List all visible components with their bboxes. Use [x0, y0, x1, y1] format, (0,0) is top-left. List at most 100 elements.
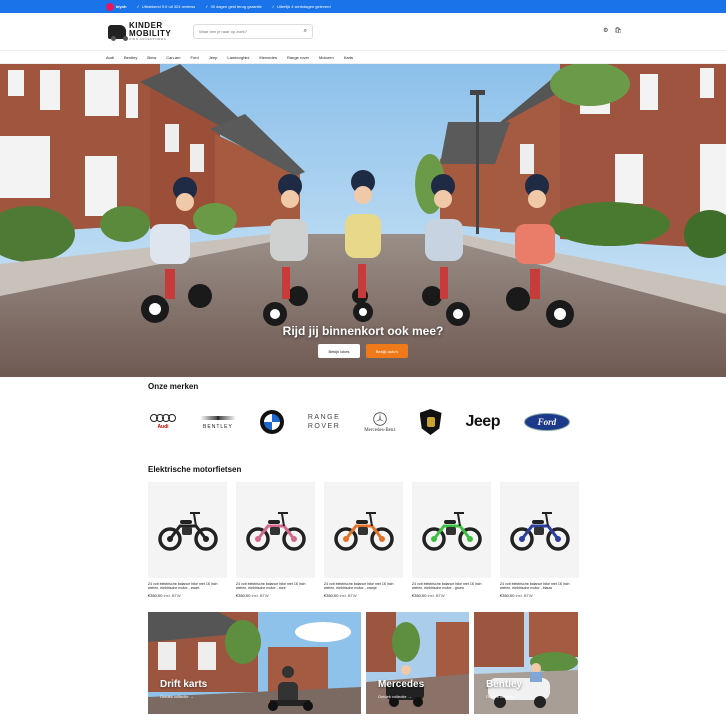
product-card[interactable]: 24 volt elektrische balance bike met 16 …: [500, 482, 579, 598]
balance-bike-icon: [333, 512, 394, 551]
price-value: €350,00: [148, 593, 163, 598]
bentley-label: BENTLEY: [203, 424, 233, 430]
tile-title: Bentley: [486, 679, 523, 690]
product-image[interactable]: [412, 482, 491, 578]
ford-label: Ford: [537, 417, 557, 427]
balance-bike-icon: [509, 512, 570, 551]
product-price: €350,00 incl. BTW: [236, 593, 315, 598]
price-value: €350,00: [236, 593, 251, 598]
view-cars-button[interactable]: Bekijk auto's: [366, 344, 408, 358]
bmw-logo[interactable]: [259, 404, 284, 440]
jeep-label: Jeep: [465, 413, 501, 430]
tile-link[interactable]: Ontdek collectie →: [378, 694, 412, 699]
range-rover-logo[interactable]: RANGE ROVER: [308, 404, 340, 440]
price-value: €350,00: [500, 593, 515, 598]
product-image[interactable]: [500, 482, 579, 578]
logo-title: KINDER MOBILITY: [129, 21, 172, 38]
ford-logo[interactable]: Ford: [523, 404, 570, 440]
vat-label: incl. BTW: [251, 593, 269, 598]
nav-item-bmw[interactable]: Bmw: [147, 55, 156, 60]
cart-icon[interactable]: 🛍: [614, 27, 622, 34]
tile-link[interactable]: Ontdek collectie →: [486, 694, 520, 699]
product-grid: 24 volt elektrische balance bike met 16 …: [148, 482, 579, 598]
category-tile-mercedes[interactable]: Mercedes Ontdek collectie →: [366, 612, 469, 714]
product-image[interactable]: [148, 482, 227, 578]
product-name[interactable]: 24 volt elektrische balance bike met 16 …: [324, 582, 403, 591]
product-card[interactable]: 24 volt elektrische balance bike met 16 …: [324, 482, 403, 598]
nav-item-audi[interactable]: Audi: [106, 55, 114, 60]
car-logo-icon: [108, 24, 127, 41]
nav-item-ford[interactable]: Ford: [190, 55, 198, 60]
nav-item-range-rover[interactable]: Range rover: [287, 55, 309, 60]
category-tiles: Drift karts Ontdek collectie → Mercedes …: [148, 612, 578, 714]
audi-label: Audi: [157, 424, 169, 430]
search-input[interactable]: [199, 29, 304, 34]
site-logo[interactable]: KINDER MOBILITY KIDS ADVENTURES: [108, 22, 188, 41]
nav-item-can-am[interactable]: Can-am: [166, 55, 180, 60]
hero-title: Rijd jij binnenkort ook mee?: [282, 324, 444, 338]
usp-item: ✓ Uiterlijk 4 werkdagen geleverd: [272, 4, 331, 9]
check-icon: ✓: [136, 4, 140, 9]
check-icon: ✓: [205, 4, 209, 9]
tile-title: Mercedes: [378, 679, 425, 690]
tile-title: Drift karts: [160, 679, 208, 690]
products-section-title: Elektrische motorfietsen: [148, 465, 242, 474]
vat-label: incl. BTW: [515, 593, 533, 598]
account-icon[interactable]: ⚙: [603, 27, 608, 34]
product-name[interactable]: 24 volt elektrische balance bike met 16 …: [236, 582, 315, 591]
tile-link[interactable]: Ontdek collectie →: [160, 694, 194, 699]
usp-item: ✓ 30 dagen geld terug garantie: [205, 4, 262, 9]
balance-bike-icon: [245, 512, 306, 551]
audi-logo[interactable]: Audi: [150, 404, 176, 440]
logo-tagline: KIDS ADVENTURES: [129, 37, 167, 41]
product-price: €350,00 incl. BTW: [148, 593, 227, 598]
ford-oval-icon: Ford: [523, 413, 570, 431]
price-value: €350,00: [412, 593, 427, 598]
nav-item-mercedes[interactable]: Mercedes: [259, 55, 277, 60]
vat-label: incl. BTW: [427, 593, 445, 598]
product-name[interactable]: 24 volt elektrische balance bike met 16 …: [148, 582, 227, 591]
search-bar: ⌕: [193, 24, 313, 39]
product-name[interactable]: 24 volt elektrische balance bike met 16 …: [412, 582, 491, 591]
product-card[interactable]: 24 volt elektrische balance bike met 16 …: [236, 482, 315, 598]
bmw-roundel-icon: [259, 410, 284, 434]
view-bikes-button[interactable]: Bekijk lokes: [318, 344, 360, 358]
nav-item-motoren[interactable]: Motoren: [319, 55, 334, 60]
category-tile-drift-karts[interactable]: Drift karts Ontdek collectie →: [148, 612, 361, 714]
lamborghini-logo[interactable]: [419, 404, 442, 440]
brand-navigation: Audi Bentley Bmw Can-am Ford Jeep Lambor…: [0, 51, 726, 64]
product-card[interactable]: 24 volt elektrische balance bike met 16 …: [148, 482, 227, 598]
nav-item-bentley[interactable]: Bentley: [124, 55, 137, 60]
usp-text: Uiterlijk 4 werkdagen geleverd: [277, 4, 331, 9]
product-name[interactable]: 24 volt elektrische balance bike met 16 …: [500, 582, 579, 591]
announcement-bar: kiyoh ✓ Uitstekend 9.0 uit 324 reviews ✓ 3…: [0, 0, 726, 13]
lamborghini-shield-icon: [419, 409, 442, 435]
jeep-logo[interactable]: Jeep: [465, 404, 501, 440]
brand-logos: Audi BENTLEY RANGE ROVER Mercedes-Benz J…: [150, 404, 570, 440]
kiyoh-icon: [106, 2, 114, 11]
product-price: €350,00 incl. BTW: [500, 593, 579, 598]
audi-rings-icon: [150, 414, 176, 422]
check-icon: ✓: [271, 4, 276, 9]
balance-bike-icon: [157, 512, 218, 551]
range-rover-label-bottom: ROVER: [307, 423, 341, 430]
brands-section-title: Onze merken: [148, 382, 199, 391]
search-icon[interactable]: ⌕: [304, 28, 307, 35]
product-card[interactable]: 24 volt elektrische balance bike met 16 …: [412, 482, 491, 598]
kiyoh-badge[interactable]: kiyoh: [106, 2, 127, 11]
mercedes-label: Mercedes-Benz: [364, 427, 396, 433]
usp-item: ✓ Uitstekend 9.0 uit 324 reviews: [136, 4, 195, 9]
nav-item-karts[interactable]: Karts: [344, 55, 353, 60]
nav-item-jeep[interactable]: Jeep: [209, 55, 218, 60]
bentley-wings-icon: [199, 414, 236, 422]
bentley-logo[interactable]: BENTLEY: [199, 404, 236, 440]
product-price: €350,00 incl. BTW: [324, 593, 403, 598]
mercedes-logo[interactable]: Mercedes-Benz: [364, 404, 396, 440]
nav-item-lamborghini[interactable]: Lamborghini: [227, 55, 249, 60]
hero-banner: Rijd jij binnenkort ook mee? Bekijk loke…: [0, 64, 726, 377]
product-image[interactable]: [236, 482, 315, 578]
product-image[interactable]: [324, 482, 403, 578]
vat-label: incl. BTW: [339, 593, 357, 598]
category-tile-bentley[interactable]: Bentley Ontdek collectie →: [474, 612, 578, 714]
kiyoh-label: kiyoh: [116, 4, 127, 9]
